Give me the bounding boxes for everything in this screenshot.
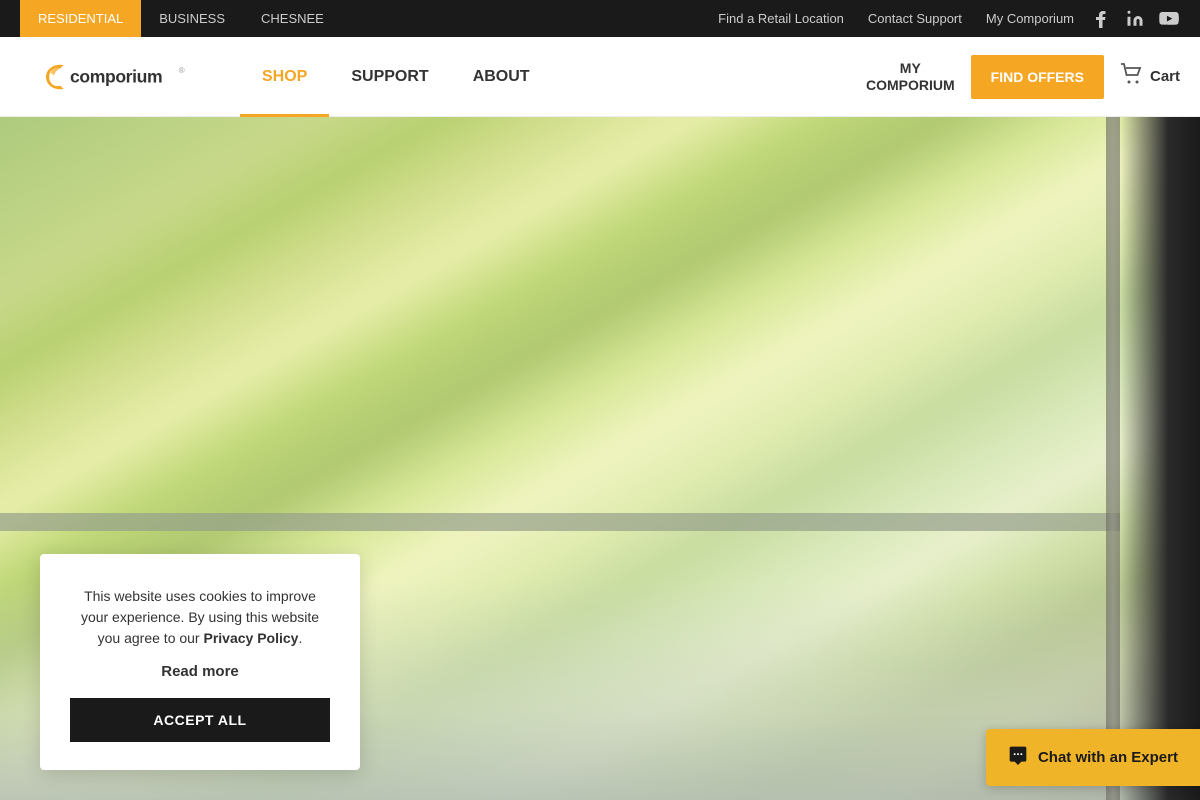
tab-residential[interactable]: RESIDENTIAL [20, 0, 141, 37]
my-comporium-link[interactable]: My Comporium [986, 11, 1074, 26]
top-bar-links: Find a Retail Location Contact Support M… [718, 11, 1074, 26]
read-more-link[interactable]: Read more [70, 663, 330, 680]
cart-button[interactable]: Cart [1120, 63, 1180, 91]
cookie-banner: This website uses cookies to improve you… [40, 554, 360, 770]
find-retail-link[interactable]: Find a Retail Location [718, 11, 844, 26]
social-icons [1090, 8, 1180, 30]
svg-text:®: ® [179, 66, 185, 75]
chat-bubble-icon [1008, 745, 1028, 770]
logo-container[interactable]: comporium ® [20, 57, 200, 97]
privacy-policy-link[interactable]: Privacy Policy [204, 630, 299, 646]
tab-business[interactable]: BUSINESS [141, 0, 243, 37]
contact-support-link[interactable]: Contact Support [868, 11, 962, 26]
cart-icon [1120, 63, 1144, 91]
facebook-icon[interactable] [1090, 8, 1112, 30]
chat-label: Chat with an Expert [1038, 749, 1178, 766]
nav-right: MY COMPORIUM FIND OFFERS Cart [866, 55, 1180, 99]
top-bar-tabs: RESIDENTIAL BUSINESS CHESNEE [20, 0, 342, 37]
main-nav: comporium ® SHOP SUPPORT ABOUT MY COMPOR… [0, 37, 1200, 117]
nav-links: SHOP SUPPORT ABOUT [240, 37, 552, 116]
my-comporium-btn[interactable]: MY COMPORIUM [866, 60, 955, 94]
nav-shop[interactable]: SHOP [240, 37, 329, 117]
youtube-icon[interactable] [1158, 8, 1180, 30]
comporium-logo: comporium ® [20, 57, 200, 97]
nav-support[interactable]: SUPPORT [329, 37, 450, 117]
svg-text:comporium: comporium [70, 66, 162, 86]
chat-with-expert-button[interactable]: Chat with an Expert [986, 729, 1200, 786]
top-bar: RESIDENTIAL BUSINESS CHESNEE Find a Reta… [0, 0, 1200, 37]
linkedin-icon[interactable] [1124, 8, 1146, 30]
accept-all-button[interactable]: ACCEPT ALL [70, 698, 330, 742]
cart-label: Cart [1150, 68, 1180, 85]
cookie-text: This website uses cookies to improve you… [70, 586, 330, 649]
tab-chesnee[interactable]: CHESNEE [243, 0, 342, 37]
hero-section: This website uses cookies to improve you… [0, 117, 1200, 800]
find-offers-button[interactable]: FIND OFFERS [971, 55, 1104, 99]
nav-about[interactable]: ABOUT [451, 37, 552, 117]
